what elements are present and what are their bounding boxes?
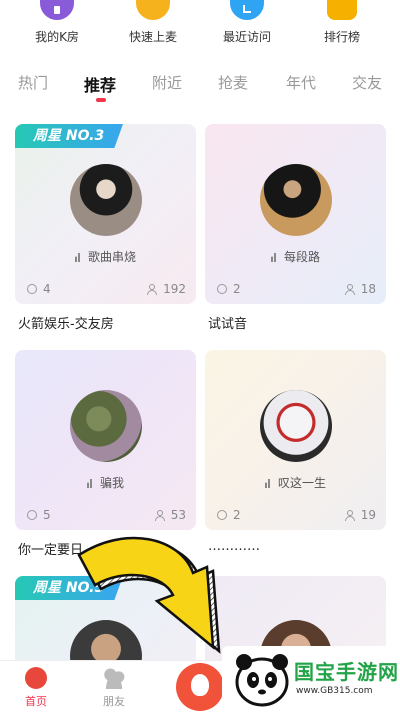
nav-home-label: 首页 — [25, 695, 47, 708]
listener-count: 192 — [147, 282, 186, 296]
song-name: 每段路 — [283, 250, 320, 264]
yellow-arrow-annotation — [77, 536, 221, 654]
comment-count-value: 4 — [43, 282, 51, 296]
room-host-avatar — [260, 164, 332, 236]
comment-count: 4 — [27, 282, 51, 296]
planet-icon — [136, 0, 170, 20]
comment-count-value: 2 — [233, 282, 241, 296]
panda-logo-icon — [235, 654, 289, 707]
listener-count: 18 — [344, 282, 376, 296]
tab-era[interactable]: 年代 — [286, 72, 316, 93]
quick-action-ranking[interactable]: 排行榜 — [297, 0, 387, 45]
person-icon — [147, 284, 158, 295]
room-card[interactable]: 每段路 2 18 — [205, 124, 386, 304]
audio-bars-icon — [74, 253, 81, 262]
song-name: 歌曲串烧 — [87, 250, 136, 264]
weekly-star-badge: 周星 NO.3 — [15, 124, 123, 148]
audio-bars-icon — [86, 479, 93, 488]
room-card[interactable]: 周星 NO.3 歌曲串烧 4 192 — [15, 124, 196, 304]
tab-dating[interactable]: 交友 — [352, 72, 382, 93]
music-room-icon — [40, 0, 74, 20]
room-song: 每段路 — [205, 248, 386, 265]
listener-count-value: 192 — [163, 282, 186, 296]
tab-hot[interactable]: 热门 — [18, 72, 48, 93]
category-tabs: 热门 推荐 附近 抢麦 年代 交友 — [0, 72, 400, 106]
quick-action-label: 快速上麦 — [128, 30, 177, 44]
quick-action-recent[interactable]: 最近访问 — [202, 0, 292, 45]
room-host-avatar — [70, 164, 142, 236]
quick-action-label: 最近访问 — [222, 30, 271, 44]
tab-nearby[interactable]: 附近 — [152, 72, 182, 93]
listener-count-value: 19 — [360, 508, 376, 522]
room-title[interactable]: 试试音 — [208, 313, 247, 332]
quick-action-my-room[interactable]: 我的K房 — [12, 0, 102, 45]
trophy-icon — [327, 0, 357, 20]
room-title[interactable]: 火箭娱乐-交友房 — [18, 313, 114, 332]
watermark-title: 国宝手游网 — [294, 660, 399, 684]
listener-count: 19 — [344, 508, 376, 522]
comment-count: 2 — [217, 282, 241, 296]
comment-icon — [27, 510, 37, 520]
room-song: 叹这一生 — [205, 474, 386, 491]
comment-count-value: 5 — [43, 508, 51, 522]
room-card[interactable]: 骗我 5 53 — [15, 350, 196, 530]
tab-grab-mic[interactable]: 抢麦 — [218, 72, 248, 93]
person-icon — [344, 510, 355, 521]
room-song: 歌曲串烧 — [15, 248, 196, 265]
site-watermark: 国宝手游网 www.GB315.com — [222, 646, 400, 714]
quick-action-label: 排行榜 — [323, 30, 360, 44]
home-planet-icon — [25, 667, 47, 689]
song-name: 骗我 — [99, 476, 124, 490]
listener-count-value: 18 — [360, 282, 376, 296]
nav-friends[interactable]: 朋友 — [89, 667, 139, 709]
friends-icon — [102, 667, 126, 689]
person-icon — [344, 284, 355, 295]
room-host-avatar — [260, 390, 332, 462]
room-card[interactable]: 叹这一生 2 19 — [205, 350, 386, 530]
room-host-avatar — [70, 390, 142, 462]
sing-button[interactable] — [176, 663, 224, 711]
quick-actions-row: 我的K房 快速上麦 最近访问 排行榜 — [0, 0, 400, 58]
comment-count: 5 — [27, 508, 51, 522]
nav-friends-label: 朋友 — [103, 695, 125, 708]
audio-bars-icon — [270, 253, 277, 262]
quick-action-fast-mic[interactable]: 快速上麦 — [108, 0, 198, 45]
room-song: 骗我 — [15, 474, 196, 491]
song-name: 叹这一生 — [277, 476, 326, 490]
clock-icon — [230, 0, 264, 20]
comment-icon — [217, 284, 227, 294]
nav-home[interactable]: 首页 — [11, 667, 61, 709]
comment-icon — [27, 284, 37, 294]
tab-recommend[interactable]: 推荐 — [84, 72, 116, 96]
audio-bars-icon — [264, 479, 271, 488]
watermark-url: www.GB315.com — [296, 686, 373, 696]
active-tab-indicator — [96, 98, 106, 102]
quick-action-label: 我的K房 — [35, 30, 79, 44]
